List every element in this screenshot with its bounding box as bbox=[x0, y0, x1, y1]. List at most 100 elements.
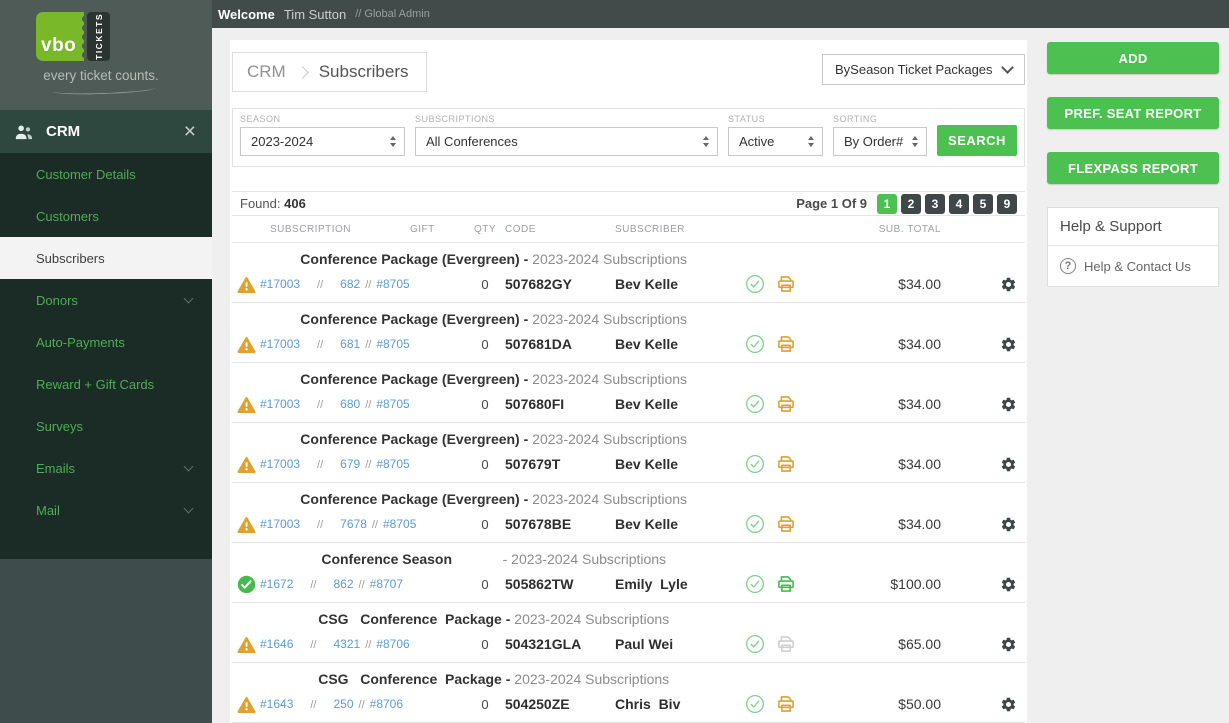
subscription-ids: #17003 // 681 // #8705 bbox=[260, 337, 410, 351]
subscriptions-select[interactable]: All Conferences bbox=[415, 127, 718, 156]
sidebar-item-label: Surveys bbox=[36, 419, 83, 434]
subscription-title-name: Conference Package (Evergreen) - bbox=[300, 311, 528, 327]
order-link[interactable]: #1646 bbox=[260, 637, 293, 651]
status-filter-group: STATUS Active bbox=[728, 114, 823, 156]
printer-icon[interactable] bbox=[776, 514, 796, 534]
sidebar-section-title: CRM bbox=[46, 123, 172, 140]
close-icon[interactable]: × bbox=[184, 121, 196, 142]
search-button[interactable]: SEARCH bbox=[937, 125, 1017, 156]
sidebar-item-surveys[interactable]: Surveys bbox=[0, 405, 212, 447]
row-data: #17003//681//#8705 0 507681DA Bev Kelle bbox=[232, 328, 1025, 362]
sidebar-section-header: CRM × bbox=[0, 110, 212, 153]
id-separator: // bbox=[372, 519, 378, 531]
order-link[interactable]: #17003 bbox=[260, 277, 300, 291]
add-button[interactable]: ADD bbox=[1047, 42, 1219, 74]
subscription-link[interactable]: 682 bbox=[340, 277, 360, 291]
package-link[interactable]: #8705 bbox=[383, 517, 416, 531]
status-select[interactable]: Active bbox=[728, 127, 823, 156]
subscription-title-name: CSG Conference Package - bbox=[318, 671, 510, 687]
pagination-page-1[interactable]: 1 bbox=[877, 194, 897, 214]
package-link[interactable]: #8705 bbox=[376, 337, 409, 351]
season-filter-label: SEASON bbox=[240, 114, 405, 124]
gear-icon[interactable] bbox=[1000, 696, 1017, 713]
subscription-link[interactable]: 4321 bbox=[334, 637, 361, 651]
gear-icon[interactable] bbox=[1000, 456, 1017, 473]
subscription-link[interactable]: 7678 bbox=[340, 517, 367, 531]
order-link[interactable]: #1643 bbox=[260, 697, 293, 711]
subscription-title-name: Conference Package (Evergreen) - bbox=[300, 431, 528, 447]
code-cell: 507678BE bbox=[505, 516, 615, 532]
package-link[interactable]: #8705 bbox=[376, 277, 409, 291]
order-link[interactable]: #17003 bbox=[260, 457, 300, 471]
sidebar-item-customer-details[interactable]: Customer Details bbox=[0, 153, 212, 195]
help-support-card: Help & Support ? Help & Contact Us bbox=[1047, 207, 1219, 287]
subscription-link[interactable]: 680 bbox=[340, 397, 360, 411]
package-link[interactable]: #8707 bbox=[370, 577, 403, 591]
gear-icon[interactable] bbox=[1000, 516, 1017, 533]
order-link[interactable]: #1672 bbox=[260, 577, 293, 591]
sidebar-item-auto-payments[interactable]: Auto-Payments bbox=[0, 321, 212, 363]
breadcrumb-root[interactable]: CRM bbox=[247, 62, 286, 82]
sidebar-item-reward-gift-cards[interactable]: Reward + Gift Cards bbox=[0, 363, 212, 405]
subscription-link[interactable]: 681 bbox=[340, 337, 360, 351]
warning-icon bbox=[237, 276, 256, 293]
package-link[interactable]: #8706 bbox=[376, 637, 409, 651]
help-contact-us-link[interactable]: ? Help & Contact Us bbox=[1048, 246, 1218, 286]
pagination-page-3[interactable]: 3 bbox=[925, 194, 945, 214]
code-cell: 507682GY bbox=[505, 276, 615, 292]
printer-icon[interactable] bbox=[776, 274, 796, 294]
pagination-page-2[interactable]: 2 bbox=[901, 194, 921, 214]
package-link[interactable]: #8705 bbox=[376, 457, 409, 471]
logo-badge-text: TICKETS bbox=[94, 13, 104, 60]
flexpass-report-button[interactable]: FLEXPASS REPORT bbox=[1047, 152, 1219, 184]
subscription-link[interactable]: 679 bbox=[340, 457, 360, 471]
gear-icon[interactable] bbox=[1000, 276, 1017, 293]
qty-cell: 0 bbox=[465, 457, 505, 472]
gear-icon[interactable] bbox=[1000, 576, 1017, 593]
printer-icon[interactable] bbox=[776, 634, 796, 654]
gear-icon[interactable] bbox=[1000, 336, 1017, 353]
qty-cell: 0 bbox=[465, 577, 505, 592]
gear-icon[interactable] bbox=[1000, 636, 1017, 653]
qty-cell: 0 bbox=[465, 637, 505, 652]
season-select[interactable]: 2023-2024 bbox=[240, 127, 405, 156]
printer-icon[interactable] bbox=[776, 574, 796, 594]
row-status-cell bbox=[232, 696, 260, 713]
sidebar-item-customers[interactable]: Customers bbox=[0, 195, 212, 237]
id-separator: // bbox=[317, 459, 323, 471]
subscription-link[interactable]: 250 bbox=[334, 697, 354, 711]
pagination-page-5[interactable]: 5 bbox=[973, 194, 993, 214]
topbar: Welcome Tim Sutton // Global Admin bbox=[212, 0, 1229, 28]
order-link[interactable]: #17003 bbox=[260, 337, 300, 351]
id-separator: // bbox=[365, 339, 371, 351]
printer-icon[interactable] bbox=[776, 394, 796, 414]
pref-seat-report-button[interactable]: PREF. SEAT REPORT bbox=[1047, 97, 1219, 129]
package-link[interactable]: #8706 bbox=[370, 697, 403, 711]
help-contact-us-label: Help & Contact Us bbox=[1084, 259, 1191, 274]
order-link[interactable]: #17003 bbox=[260, 517, 300, 531]
order-link[interactable]: #17003 bbox=[260, 397, 300, 411]
sidebar-item-subscribers[interactable]: Subscribers bbox=[0, 237, 212, 279]
subscription-ids: #1672//862//#8707 bbox=[260, 577, 410, 591]
subscription-title: CSG Conference Package - 2023-2024 Subsc… bbox=[232, 670, 755, 688]
sidebar-item-mail[interactable]: Mail bbox=[0, 489, 212, 531]
users-icon bbox=[14, 123, 34, 141]
printer-icon[interactable] bbox=[776, 694, 796, 714]
gear-icon[interactable] bbox=[1000, 396, 1017, 413]
id-separator: // bbox=[317, 339, 323, 351]
user-name[interactable]: Tim Sutton bbox=[284, 7, 346, 22]
sidebar-item-emails[interactable]: Emails bbox=[0, 447, 212, 489]
subscription-link[interactable]: 862 bbox=[334, 577, 354, 591]
view-mode-value: BySeason Ticket Packages bbox=[835, 62, 993, 77]
package-link[interactable]: #8705 bbox=[376, 397, 409, 411]
pagination-page-9[interactable]: 9 bbox=[997, 194, 1017, 214]
printer-icon[interactable] bbox=[776, 334, 796, 354]
row-actions bbox=[945, 516, 1025, 533]
pagination-page-4[interactable]: 4 bbox=[949, 194, 969, 214]
sorting-select[interactable]: By Order# bbox=[833, 127, 927, 156]
view-mode-dropdown[interactable]: BySeason Ticket Packages bbox=[822, 54, 1025, 85]
sidebar-item-donors[interactable]: Donors bbox=[0, 279, 212, 321]
qty-cell: 0 bbox=[465, 517, 505, 532]
printer-icon[interactable] bbox=[776, 454, 796, 474]
pagination: Page 1 Of 9 1 2 3 4 5 9 bbox=[796, 194, 1017, 214]
